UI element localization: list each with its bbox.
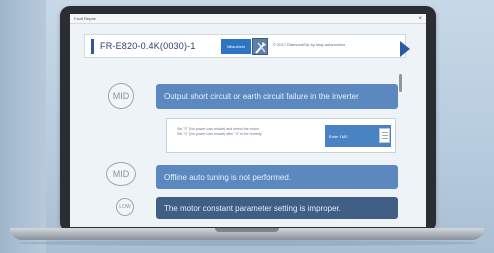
severity-badge: LOW bbox=[116, 198, 134, 216]
doc-line bbox=[382, 132, 388, 133]
header-accent-bar bbox=[91, 38, 94, 54]
remedy-text-line: Set "0" (No power loss restart) after "0… bbox=[177, 132, 263, 136]
scrollbar[interactable] bbox=[398, 68, 403, 218]
severity-badge-label: LOW bbox=[119, 204, 131, 210]
severity-badge: MID bbox=[108, 83, 134, 109]
window-title: Fault Repair bbox=[74, 16, 96, 21]
scrollbar-thumb[interactable] bbox=[399, 74, 402, 92]
close-icon[interactable]: × bbox=[418, 16, 422, 22]
model-name: FR-E820-0.4K(0030)-1 bbox=[100, 41, 196, 51]
background-left-panel bbox=[0, 0, 46, 253]
document-icon[interactable] bbox=[379, 128, 390, 143]
brand-logo: Mitsubishi bbox=[221, 39, 251, 54]
screwdriver-wrench-icon[interactable] bbox=[252, 38, 268, 55]
laptop-base-notch bbox=[215, 228, 279, 232]
model-header: FR-E820-0.4K(0030)-1 Mitsubishi © 2017 D… bbox=[84, 34, 406, 58]
brand-logo-label: Mitsubishi bbox=[227, 44, 245, 49]
chevron-right-icon[interactable] bbox=[400, 41, 410, 57]
doc-line bbox=[382, 138, 388, 139]
cause-item[interactable]: Output short circuit or earth circuit fa… bbox=[156, 84, 398, 109]
cause-item[interactable]: Offline auto tuning is not performed. bbox=[156, 165, 398, 189]
cause-text: Output short circuit or earth circuit fa… bbox=[164, 92, 359, 101]
remedy-text: Set "0" (No power loss restart) and sele… bbox=[177, 127, 327, 137]
copyright-text: © 2017 Diamond/Op by long autonomics bbox=[273, 42, 346, 47]
cause-text: Offline auto tuning is not performed. bbox=[164, 172, 292, 182]
severity-badge: MID bbox=[106, 162, 136, 186]
doc-line bbox=[382, 135, 388, 136]
cause-text: The motor constant parameter setting is … bbox=[164, 203, 341, 213]
window-titlebar: Fault Repair × bbox=[70, 14, 426, 24]
laptop-shadow bbox=[18, 240, 476, 246]
remedy-panel: Set "0" (No power loss restart) and sele… bbox=[166, 118, 396, 153]
manual-button-label: Enter 1M2 bbox=[329, 133, 348, 139]
cause-item[interactable]: The motor constant parameter setting is … bbox=[156, 197, 398, 219]
severity-badge-label: MID bbox=[112, 169, 130, 179]
severity-badge-label: MID bbox=[112, 91, 130, 101]
